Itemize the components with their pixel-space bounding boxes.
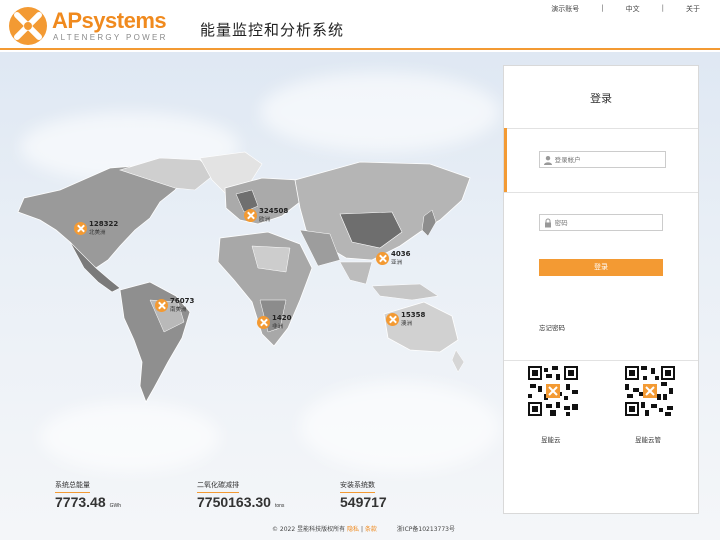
marker-region: 非洲 bbox=[272, 324, 284, 330]
stat-co2-reduction: 二氧化碳减排 7750163.30 tons bbox=[197, 472, 284, 510]
stat-label: 安装系统数 bbox=[340, 480, 375, 493]
qr-code-icon bbox=[625, 366, 675, 416]
separator: | bbox=[661, 4, 664, 12]
terms-link[interactable]: 条款 bbox=[365, 526, 377, 533]
lock-icon bbox=[543, 217, 554, 229]
divider bbox=[504, 360, 698, 361]
login-button[interactable]: 登录 bbox=[539, 259, 663, 276]
marker-count: 128322 bbox=[89, 220, 119, 228]
page-title: 能量监控和分析系统 bbox=[200, 21, 345, 39]
login-panel: 登录 登录 忘记密码 bbox=[503, 65, 699, 514]
top-links: 演示账号 | 中文 | 关于 bbox=[551, 4, 700, 14]
header: APsystems ALTENERGY POWER 能量监控和分析系统 演示账号… bbox=[0, 0, 720, 50]
divider bbox=[504, 192, 698, 193]
stat-value: 7773.48 GWh bbox=[55, 494, 121, 510]
apsystems-marker-icon bbox=[376, 252, 389, 265]
icp-text: 浙ICP备10213773号 bbox=[396, 526, 455, 533]
marker-count: 15358 bbox=[401, 311, 426, 319]
apsystems-marker-icon bbox=[386, 313, 399, 326]
stat-label: 系统总能量 bbox=[55, 480, 90, 493]
marker-count: 76073 bbox=[170, 297, 195, 305]
qr-right-label: 昱能云管 bbox=[635, 436, 661, 444]
stat-label: 二氧化碳减排 bbox=[197, 480, 239, 493]
login-title: 登录 bbox=[590, 92, 612, 105]
apsystems-logo-icon[interactable] bbox=[8, 6, 48, 46]
about-link[interactable]: 关于 bbox=[686, 4, 700, 14]
apsystems-marker-icon bbox=[244, 209, 257, 222]
stat-value: 549717 bbox=[340, 494, 387, 510]
stat-total-energy: 系统总能量 7773.48 GWh bbox=[55, 472, 121, 510]
marker-count: 4036 bbox=[391, 250, 411, 258]
apsystems-marker-icon bbox=[74, 222, 87, 235]
forgot-password-link[interactable]: 忘记密码 bbox=[539, 322, 565, 332]
password-input[interactable] bbox=[553, 218, 662, 227]
privacy-link[interactable]: 隐私 bbox=[347, 526, 359, 533]
active-field-accent bbox=[504, 128, 507, 192]
stat-unit: GWh bbox=[109, 503, 121, 509]
stat-unit: tons bbox=[274, 503, 285, 509]
stat-value: 7750163.30 tons bbox=[197, 494, 285, 510]
apsystems-marker-icon bbox=[155, 299, 168, 312]
marker-region: 澳洲 bbox=[401, 321, 413, 327]
demo-account-link[interactable]: 演示账号 bbox=[551, 4, 579, 14]
qr-code-icon bbox=[528, 366, 578, 416]
separator: | bbox=[601, 4, 604, 12]
qr-left-label: 昱能云 bbox=[541, 436, 561, 444]
apsystems-marker-icon bbox=[257, 316, 270, 329]
user-icon bbox=[543, 154, 554, 166]
account-field[interactable] bbox=[539, 151, 666, 168]
marker-count: 324508 bbox=[259, 207, 289, 215]
brand-name: APsystems bbox=[52, 8, 167, 33]
footer: © 2022 昱能科技版权所有 隐私 | 条款 浙ICP备10213773号 bbox=[272, 524, 455, 533]
marker-region: 亚洲 bbox=[391, 260, 403, 266]
marker-count: 1420 bbox=[272, 314, 292, 322]
cloud-decoration bbox=[40, 402, 220, 472]
marker-region: 欧洲 bbox=[259, 217, 271, 223]
language-link[interactable]: 中文 bbox=[626, 4, 640, 14]
marker-region: 南美洲 bbox=[170, 307, 187, 313]
cloud-decoration bbox=[260, 72, 500, 152]
brand-tagline: ALTENERGY POWER bbox=[53, 33, 168, 42]
divider bbox=[504, 128, 698, 129]
password-field[interactable] bbox=[539, 214, 663, 231]
marker-region: 北美洲 bbox=[89, 230, 106, 236]
world-map bbox=[17, 151, 471, 403]
account-input[interactable] bbox=[553, 155, 665, 164]
footer-separator: | bbox=[360, 526, 363, 533]
copyright-text: © 2022 昱能科技版权所有 bbox=[272, 526, 346, 533]
stat-install-count: 安装系统数 549717 bbox=[340, 472, 387, 510]
